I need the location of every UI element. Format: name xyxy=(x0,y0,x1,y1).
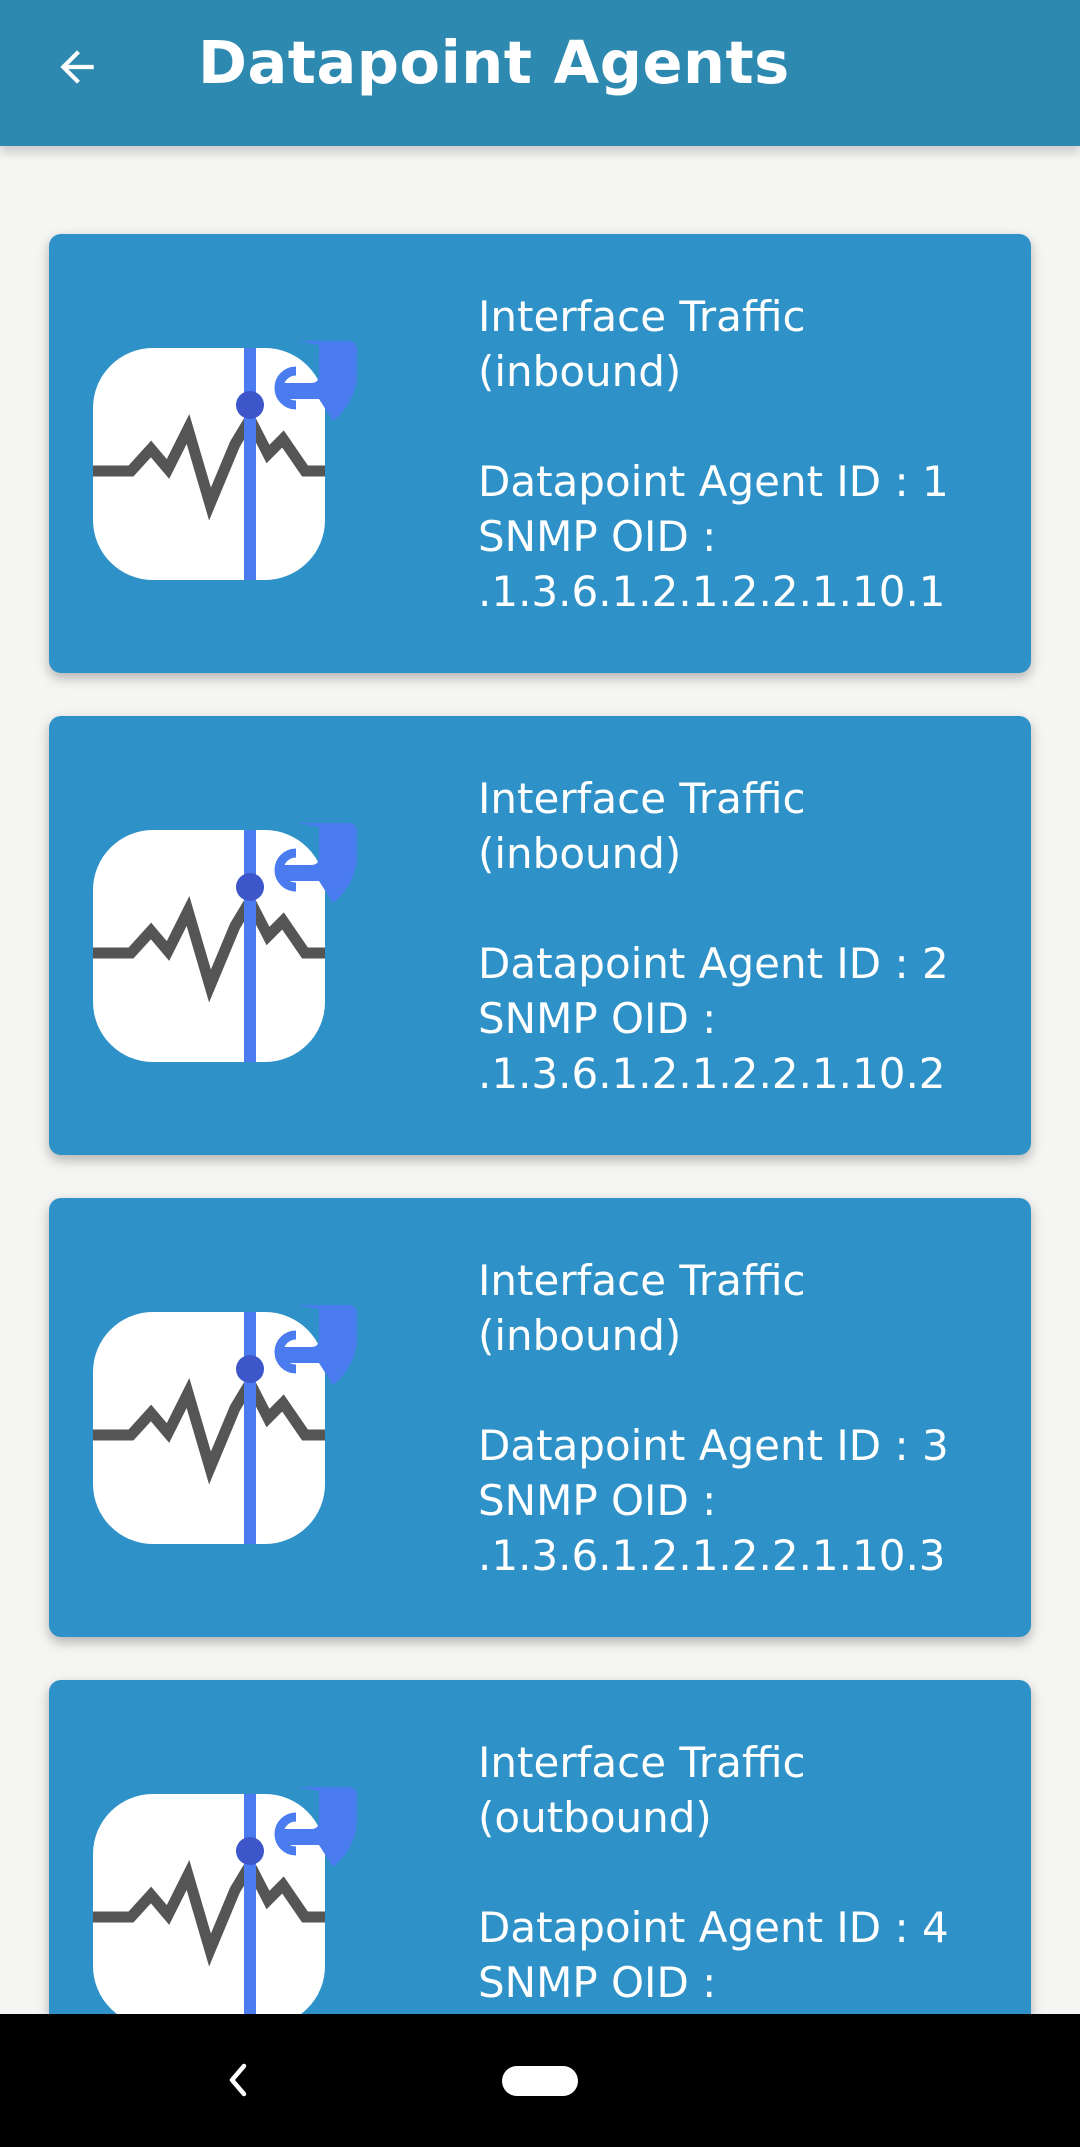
nav-home-pill-icon[interactable] xyxy=(502,2066,578,2096)
agent-name-line2: (inbound) xyxy=(478,1311,682,1360)
interface-traffic-icon xyxy=(93,1305,357,1544)
agent-info: Interface Traffic (inbound) Datapoint Ag… xyxy=(478,771,1018,1101)
agent-card[interactable]: Interface Traffic (outbound) Datapoint A… xyxy=(49,1680,1031,2014)
agent-name-line2: (inbound) xyxy=(478,829,682,878)
agent-info: Interface Traffic (inbound) Datapoint Ag… xyxy=(478,1253,1018,1583)
snmp-oid-value: .1.3.6.1.2.1.2.2.1.10.2 xyxy=(478,1049,946,1098)
agent-card[interactable]: Interface Traffic (inbound) Datapoint Ag… xyxy=(49,716,1031,1155)
agent-info: Interface Traffic (outbound) Datapoint A… xyxy=(478,1735,1018,2010)
interface-traffic-icon xyxy=(93,823,357,1062)
snmp-oid-label: SNMP OID : xyxy=(478,994,717,1043)
agent-name-line2: (outbound) xyxy=(478,1793,712,1842)
snmp-oid-label: SNMP OID : xyxy=(478,1476,717,1525)
arrow-left-icon xyxy=(60,50,94,84)
agent-list: Interface Traffic (inbound) Datapoint Ag… xyxy=(0,146,1080,2014)
agent-name-line1: Interface Traffic xyxy=(478,292,806,341)
agent-name-line1: Interface Traffic xyxy=(478,1738,806,1787)
interface-traffic-icon xyxy=(93,341,357,580)
agent-id: Datapoint Agent ID : 2 xyxy=(478,939,949,988)
agent-name-line1: Interface Traffic xyxy=(478,1256,806,1305)
agent-card[interactable]: Interface Traffic (inbound) Datapoint Ag… xyxy=(49,1198,1031,1637)
agent-card[interactable]: Interface Traffic (inbound) Datapoint Ag… xyxy=(49,234,1031,673)
nav-back-button[interactable] xyxy=(216,2058,260,2102)
back-button[interactable] xyxy=(40,30,114,104)
snmp-oid-value: .1.3.6.1.2.1.2.2.1.10.1 xyxy=(478,567,946,616)
app-bar: Datapoint Agents xyxy=(0,0,1080,146)
system-nav-bar xyxy=(0,2014,1080,2147)
page-title: Datapoint Agents xyxy=(198,28,790,97)
agent-id: Datapoint Agent ID : 1 xyxy=(478,457,949,506)
snmp-oid-label: SNMP OID : xyxy=(478,512,717,561)
snmp-oid-value: .1.3.6.1.2.1.2.2.1.10.3 xyxy=(478,1531,946,1580)
nav-back-icon xyxy=(229,2063,247,2097)
interface-traffic-icon xyxy=(93,1787,357,2014)
agent-id: Datapoint Agent ID : 4 xyxy=(478,1903,949,1952)
agent-id: Datapoint Agent ID : 3 xyxy=(478,1421,949,1470)
agent-info: Interface Traffic (inbound) Datapoint Ag… xyxy=(478,289,1018,619)
snmp-oid-label: SNMP OID : xyxy=(478,1958,717,2007)
agent-name-line1: Interface Traffic xyxy=(478,774,806,823)
agent-name-line2: (inbound) xyxy=(478,347,682,396)
